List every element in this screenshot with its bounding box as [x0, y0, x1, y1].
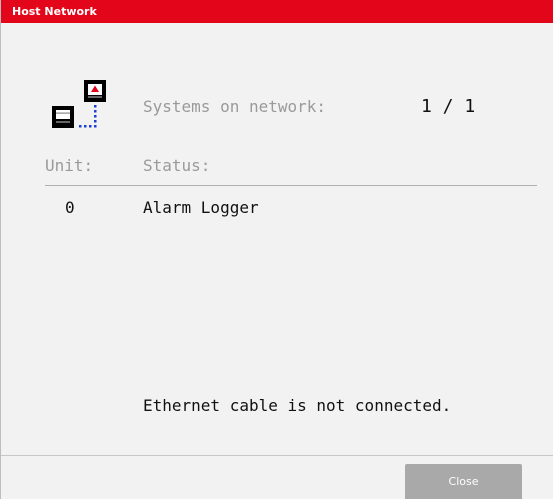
host-network-dialog: Host Network Systems on network: 1 / 1 U… — [0, 0, 553, 499]
systems-on-network-label: Systems on network: — [143, 97, 327, 116]
network-systems-icon — [52, 80, 106, 128]
systems-count: 1 / 1 — [421, 96, 476, 117]
connection-status-message: Ethernet cable is not connected. — [143, 396, 452, 415]
table-row-unit: 0 — [65, 198, 75, 217]
table-header-divider — [45, 185, 537, 186]
unit-column-header: Unit: — [45, 156, 94, 175]
close-button[interactable]: Close — [405, 464, 522, 499]
footer-divider — [1, 455, 553, 456]
table-row-status: Alarm Logger — [143, 198, 259, 217]
status-column-header: Status: — [143, 156, 211, 175]
dialog-title: Host Network — [1, 0, 553, 23]
